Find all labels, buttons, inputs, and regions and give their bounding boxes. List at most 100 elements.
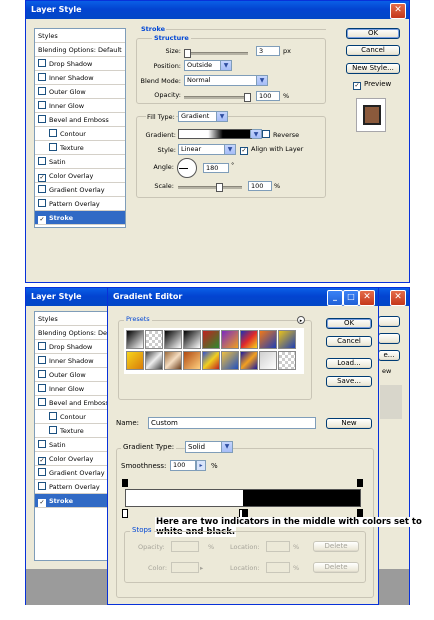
title-bar[interactable]: Gradient Editor _ □ ✕ <box>108 288 378 306</box>
preset-swatch[interactable] <box>202 351 220 370</box>
preset-swatch[interactable] <box>240 330 258 349</box>
smoothness-field[interactable]: 100 <box>170 460 196 471</box>
opacity-slider[interactable] <box>184 93 251 102</box>
cancel-button[interactable]: Cancel <box>326 336 372 347</box>
cancel-button[interactable]: Cancel <box>346 45 400 56</box>
preset-swatch[interactable] <box>183 330 201 349</box>
bottom-cancel-button-partial[interactable] <box>378 333 400 344</box>
style-item-checkbox[interactable] <box>38 101 46 109</box>
close-button[interactable]: ✕ <box>359 290 375 306</box>
style-item-inner-glow[interactable]: Inner Glow <box>35 99 125 113</box>
scale-slider-thumb[interactable] <box>216 183 223 192</box>
style-item-checkbox[interactable]: ✓ <box>38 499 46 507</box>
opacity-stop-right[interactable] <box>357 479 363 487</box>
gradient-swatch[interactable] <box>178 129 253 139</box>
reverse-checkbox[interactable]: Reverse <box>262 130 299 139</box>
preset-swatch[interactable] <box>126 330 144 349</box>
opacity-slider-thumb[interactable] <box>244 93 251 102</box>
preset-swatch[interactable] <box>164 351 182 370</box>
preset-swatch[interactable] <box>278 351 296 370</box>
angle-dial[interactable] <box>177 158 197 178</box>
close-button[interactable]: ✕ <box>390 290 406 306</box>
opacity-field[interactable]: 100 <box>256 91 280 101</box>
style-item-checkbox[interactable] <box>38 185 46 193</box>
style-item-checkbox[interactable] <box>49 412 57 420</box>
preset-swatch[interactable] <box>126 351 144 370</box>
style-item-pattern-overlay[interactable]: Pattern Overlay <box>35 197 125 211</box>
bottom-ok-button-partial[interactable] <box>378 316 400 327</box>
style-item-satin[interactable]: Satin <box>35 155 125 169</box>
align-with-layer-checkbox[interactable]: ✓ Align with Layer <box>240 145 303 155</box>
style-item-color-overlay[interactable]: ✓ Color Overlay <box>35 169 125 183</box>
style-select[interactable]: Linear ▼ <box>178 144 236 155</box>
style-item-checkbox[interactable] <box>49 129 57 137</box>
position-select[interactable]: Outside ▼ <box>184 60 232 71</box>
preset-swatch[interactable] <box>259 351 277 370</box>
style-item-checkbox[interactable] <box>38 342 46 350</box>
preset-swatch[interactable] <box>145 330 163 349</box>
blend-mode-select[interactable]: Normal ▼ <box>184 75 268 86</box>
style-item-texture[interactable]: Texture <box>35 141 125 155</box>
preview-checkbox[interactable]: ✓ Preview <box>353 80 391 90</box>
style-item-checkbox[interactable] <box>38 398 46 406</box>
preset-swatch[interactable] <box>202 330 220 349</box>
smoothness-arrow-icon[interactable]: ▸ <box>196 460 206 471</box>
style-item-inner-shadow[interactable]: Inner Shadow <box>35 71 125 85</box>
style-item-blending-options-default[interactable]: Blending Options: Default <box>35 43 125 57</box>
load-button[interactable]: Load... <box>326 358 372 369</box>
opacity-stop-left[interactable] <box>122 479 128 487</box>
save-button[interactable]: Save... <box>326 376 372 387</box>
style-item-checkbox[interactable] <box>38 59 46 67</box>
style-item-checkbox[interactable] <box>38 440 46 448</box>
style-item-checkbox[interactable] <box>49 143 57 151</box>
style-item-checkbox[interactable] <box>38 115 46 123</box>
preset-swatch[interactable] <box>259 330 277 349</box>
maximize-button[interactable]: □ <box>343 290 359 306</box>
preset-swatch[interactable] <box>145 351 163 370</box>
presets-menu-icon[interactable]: ▸ <box>297 316 305 324</box>
size-field[interactable]: 3 <box>256 46 280 56</box>
gradient-bar[interactable] <box>125 489 361 507</box>
size-slider[interactable] <box>184 49 248 58</box>
style-item-checkbox[interactable] <box>38 87 46 95</box>
preset-swatch[interactable] <box>278 330 296 349</box>
preset-swatch[interactable] <box>221 351 239 370</box>
style-item-checkbox[interactable] <box>38 482 46 490</box>
preset-swatch[interactable] <box>240 351 258 370</box>
color-stop-left[interactable] <box>122 509 128 518</box>
preset-swatch[interactable] <box>183 351 201 370</box>
style-item-drop-shadow[interactable]: Drop Shadow <box>35 57 125 71</box>
bottom-new-style-partial[interactable]: e... <box>378 350 400 361</box>
style-item-checkbox[interactable] <box>49 426 57 434</box>
preset-swatch[interactable] <box>164 330 182 349</box>
style-item-gradient-overlay[interactable]: Gradient Overlay <box>35 183 125 197</box>
style-item-contour[interactable]: Contour <box>35 127 125 141</box>
close-button[interactable]: ✕ <box>390 3 406 19</box>
style-item-checkbox[interactable]: ✓ <box>38 216 46 224</box>
gradient-type-select[interactable]: Solid ▼ <box>185 441 233 453</box>
minimize-button[interactable]: _ <box>327 290 343 306</box>
style-item-checkbox[interactable] <box>38 370 46 378</box>
scale-slider[interactable] <box>178 183 242 192</box>
fill-type-select[interactable]: Gradient ▼ <box>178 111 228 122</box>
title-bar[interactable]: Layer Style ✕ <box>26 1 409 19</box>
style-item-checkbox[interactable] <box>38 73 46 81</box>
new-style-button[interactable]: New Style... <box>346 63 400 74</box>
style-item-stroke[interactable]: ✓ Stroke <box>35 211 125 225</box>
style-item-bevel-and-emboss[interactable]: Bevel and Emboss <box>35 113 125 127</box>
style-item-outer-glow[interactable]: Outer Glow <box>35 85 125 99</box>
style-item-styles[interactable]: Styles <box>35 29 125 43</box>
style-item-checkbox[interactable] <box>38 468 46 476</box>
style-item-checkbox[interactable] <box>38 199 46 207</box>
name-field[interactable]: Custom <box>148 417 316 429</box>
style-item-checkbox[interactable] <box>38 356 46 364</box>
style-item-checkbox[interactable]: ✓ <box>38 457 46 465</box>
new-button[interactable]: New <box>326 418 372 429</box>
style-item-checkbox[interactable] <box>38 157 46 165</box>
gradient-dropdown[interactable]: ▼ <box>250 129 262 139</box>
ok-button[interactable]: OK <box>326 318 372 329</box>
scale-field[interactable]: 100 <box>248 181 272 191</box>
style-item-checkbox[interactable]: ✓ <box>38 174 46 182</box>
ok-button[interactable]: OK <box>346 28 400 39</box>
style-item-checkbox[interactable] <box>38 384 46 392</box>
